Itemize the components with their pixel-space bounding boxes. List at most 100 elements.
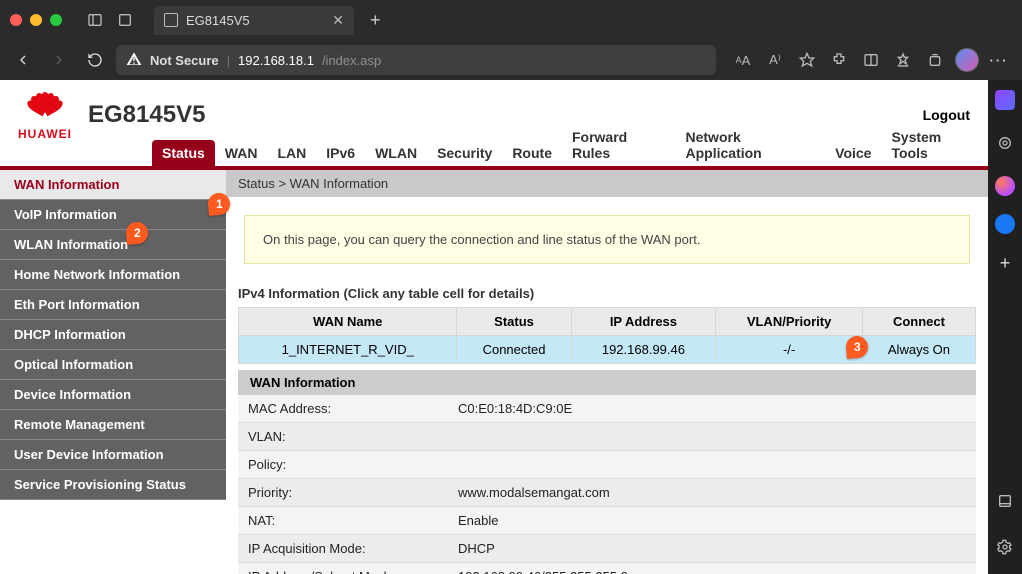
office-icon[interactable] [995, 176, 1015, 196]
new-tab-button[interactable]: + [370, 10, 381, 31]
wan-info-subtitle: WAN Information [238, 370, 976, 395]
minimize-icon[interactable] [30, 14, 42, 26]
sidebar-item-provisioning[interactable]: Service Provisioning Status [0, 470, 226, 500]
sidebar-item-voip-info[interactable]: VoIP Information [0, 200, 226, 230]
tab-close-icon[interactable]: ✕ [332, 12, 344, 29]
top-tabs: Status WAN LAN IPv6 WLAN Security Route … [0, 142, 988, 170]
tab-ipv6[interactable]: IPv6 [316, 140, 365, 166]
favorite-icon[interactable] [792, 45, 822, 75]
sidebar-item-optical-info[interactable]: Optical Information [0, 350, 226, 380]
tab-route[interactable]: Route [502, 140, 562, 166]
col-vlan-priority: VLAN/Priority [716, 308, 863, 336]
kv-key: MAC Address: [238, 395, 448, 423]
huawei-logo: HUAWEI [18, 89, 72, 141]
window-controls [10, 14, 62, 26]
more-menu-icon[interactable]: ··· [984, 45, 1014, 75]
model-label: EG8145V5 [88, 101, 205, 129]
tab-forward-rules[interactable]: Forward Rules [562, 124, 676, 166]
copilot-icon[interactable] [995, 90, 1015, 110]
security-label: Not Secure [150, 53, 219, 68]
col-ip-address: IP Address [571, 308, 716, 336]
close-icon[interactable] [10, 14, 22, 26]
url-path: /index.asp [322, 53, 381, 68]
col-wan-name: WAN Name [239, 308, 457, 336]
kv-val: Enable [448, 507, 976, 535]
ipv4-section-title: IPv4 Information (Click any table cell f… [226, 282, 988, 305]
tab-title: EG8145V5 [186, 13, 250, 28]
address-bar[interactable]: Not Secure | 192.168.18.1/index.asp [116, 45, 716, 75]
kv-key: IP Address/Subnet Mask: [238, 563, 448, 574]
cell-vlan[interactable]: -/- [716, 336, 863, 364]
col-connect: Connect [862, 308, 975, 336]
kv-val [448, 451, 976, 479]
tab-network-application[interactable]: Network Application [676, 124, 826, 166]
kv-val: 192.168.99.46/255.255.255.0 [448, 563, 976, 574]
sidebar-item-home-network[interactable]: Home Network Information [0, 260, 226, 290]
kv-val: DHCP [448, 535, 976, 563]
text-size-icon[interactable]: AA [728, 45, 758, 75]
kv-key: Policy: [238, 451, 448, 479]
add-sidebar-item[interactable]: + [994, 252, 1016, 274]
kv-key: NAT: [238, 507, 448, 535]
shopping-icon[interactable] [990, 128, 1020, 158]
main-content: Status > WAN Information On this page, y… [226, 170, 988, 574]
cell-ip[interactable]: 192.168.99.46 [571, 336, 716, 364]
tab-system-tools[interactable]: System Tools [881, 124, 988, 166]
refresh-button[interactable] [80, 45, 110, 75]
ipv4-table: WAN Name Status IP Address VLAN/Priority… [238, 307, 976, 364]
settings-icon[interactable] [990, 532, 1020, 562]
profile-avatar[interactable] [952, 45, 982, 75]
edge-sidebar: + [988, 80, 1022, 574]
back-button[interactable] [8, 45, 38, 75]
wan-info-table: MAC Address:C0:E0:18:4D:C9:0E VLAN: Poli… [238, 395, 976, 574]
table-header-row: WAN Name Status IP Address VLAN/Priority… [239, 308, 976, 336]
window-titlebar: EG8145V5 ✕ + [0, 0, 1022, 40]
breadcrumb: Status > WAN Information [226, 170, 988, 197]
cell-wan-name[interactable]: 1_INTERNET_R_VID_ [239, 336, 457, 364]
tab-wan[interactable]: WAN [215, 140, 268, 166]
forward-button[interactable] [44, 45, 74, 75]
logout-link[interactable]: Logout [923, 107, 970, 123]
kv-val: www.modalsemangat.com [448, 479, 976, 507]
collections-icon[interactable] [920, 45, 950, 75]
warning-icon [126, 51, 142, 70]
kv-val: C0:E0:18:4D:C9:0E [448, 395, 976, 423]
brand-label: HUAWEI [18, 127, 72, 141]
kv-key: Priority: [238, 479, 448, 507]
kv-val [448, 423, 976, 451]
col-status: Status [457, 308, 571, 336]
sidebar-item-wlan-info[interactable]: WLAN Information [0, 230, 226, 260]
sidebar-item-device-info[interactable]: Device Information [0, 380, 226, 410]
cell-connect[interactable]: Always On [862, 336, 975, 364]
browser-navbar: Not Secure | 192.168.18.1/index.asp AA A… [0, 40, 1022, 80]
shield-icon[interactable] [114, 9, 136, 31]
kv-key: VLAN: [238, 423, 448, 451]
tab-security[interactable]: Security [427, 140, 502, 166]
cell-status[interactable]: Connected [457, 336, 571, 364]
favorites-bar-icon[interactable] [888, 45, 918, 75]
tab-wlan[interactable]: WLAN [365, 140, 427, 166]
sidebar-item-remote-mgmt[interactable]: Remote Management [0, 410, 226, 440]
tab-status[interactable]: Status [152, 140, 215, 166]
maximize-icon[interactable] [50, 14, 62, 26]
dock-icon[interactable] [990, 486, 1020, 516]
page-hint: On this page, you can query the connecti… [244, 215, 970, 264]
sidebar-item-wan-info[interactable]: WAN Information [0, 170, 226, 200]
browser-tab[interactable]: EG8145V5 ✕ [154, 6, 354, 35]
url-host: 192.168.18.1 [238, 53, 314, 68]
read-aloud-icon[interactable]: A⁾ [760, 45, 790, 75]
sidebar-item-user-device[interactable]: User Device Information [0, 440, 226, 470]
side-nav: WAN Information VoIP Information WLAN In… [0, 170, 226, 574]
facebook-icon[interactable] [995, 214, 1015, 234]
router-header: HUAWEI EG8145V5 Logout [0, 80, 988, 142]
page-icon [164, 13, 178, 27]
tab-voice[interactable]: Voice [825, 140, 881, 166]
sidebar-toggle-icon[interactable] [84, 9, 106, 31]
sidebar-item-eth-port[interactable]: Eth Port Information [0, 290, 226, 320]
extensions-icon[interactable] [824, 45, 854, 75]
page-viewport: HUAWEI EG8145V5 Logout Status WAN LAN IP… [0, 80, 988, 574]
sidebar-item-dhcp-info[interactable]: DHCP Information [0, 320, 226, 350]
kv-key: IP Acquisition Mode: [238, 535, 448, 563]
split-screen-icon[interactable] [856, 45, 886, 75]
tab-lan[interactable]: LAN [267, 140, 316, 166]
